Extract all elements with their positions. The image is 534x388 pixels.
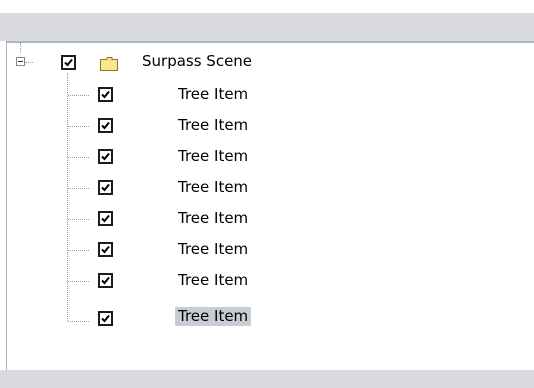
children-connector-line: [67, 73, 68, 321]
checkmark-icon: [101, 121, 110, 130]
item-checkbox[interactable]: [98, 180, 113, 195]
branch-line: [68, 250, 89, 251]
root-connector-line: [20, 43, 21, 53]
item-checkbox[interactable]: [98, 273, 113, 288]
branch-line: [68, 321, 89, 322]
tree-item-label[interactable]: Tree Item: [175, 116, 251, 135]
tree-item-label[interactable]: Tree Item: [175, 240, 251, 259]
item-checkbox[interactable]: [98, 87, 113, 102]
tree-root-label[interactable]: Surpass Scene: [139, 52, 255, 71]
checkmark-icon: [101, 90, 110, 99]
branch-line: [68, 126, 89, 127]
checkmark-icon: [101, 183, 110, 192]
root-branch-line: [25, 62, 33, 63]
branch-line: [68, 219, 89, 220]
tree-view[interactable]: Surpass Scene Tree Item Tree Item Tree I…: [6, 41, 534, 370]
tree-item-label[interactable]: Tree Item: [175, 307, 252, 326]
branch-line: [68, 188, 89, 189]
checkmark-icon: [101, 276, 110, 285]
tree-item-label[interactable]: Tree Item: [175, 271, 251, 290]
tree-item-label[interactable]: Tree Item: [175, 147, 251, 166]
bottom-strip: [0, 370, 534, 388]
header-strip: [0, 13, 534, 41]
item-checkbox[interactable]: [98, 149, 113, 164]
root-checkbox[interactable]: [61, 55, 76, 70]
item-checkbox[interactable]: [98, 211, 113, 226]
tree-item-label[interactable]: Tree Item: [175, 178, 251, 197]
checkmark-icon: [101, 245, 110, 254]
checkmark-icon: [101, 152, 110, 161]
folder-icon: [100, 57, 118, 71]
item-checkbox[interactable]: [98, 311, 113, 326]
tree-item-label[interactable]: Tree Item: [175, 85, 251, 104]
checkmark-icon: [64, 58, 73, 67]
item-checkbox[interactable]: [98, 118, 113, 133]
checkmark-icon: [101, 314, 110, 323]
branch-line: [68, 95, 89, 96]
checkmark-icon: [101, 214, 110, 223]
branch-line: [68, 157, 89, 158]
branch-line: [68, 281, 89, 282]
collapse-icon[interactable]: [16, 57, 25, 66]
item-checkbox[interactable]: [98, 242, 113, 257]
tree-item-label[interactable]: Tree Item: [175, 209, 251, 228]
